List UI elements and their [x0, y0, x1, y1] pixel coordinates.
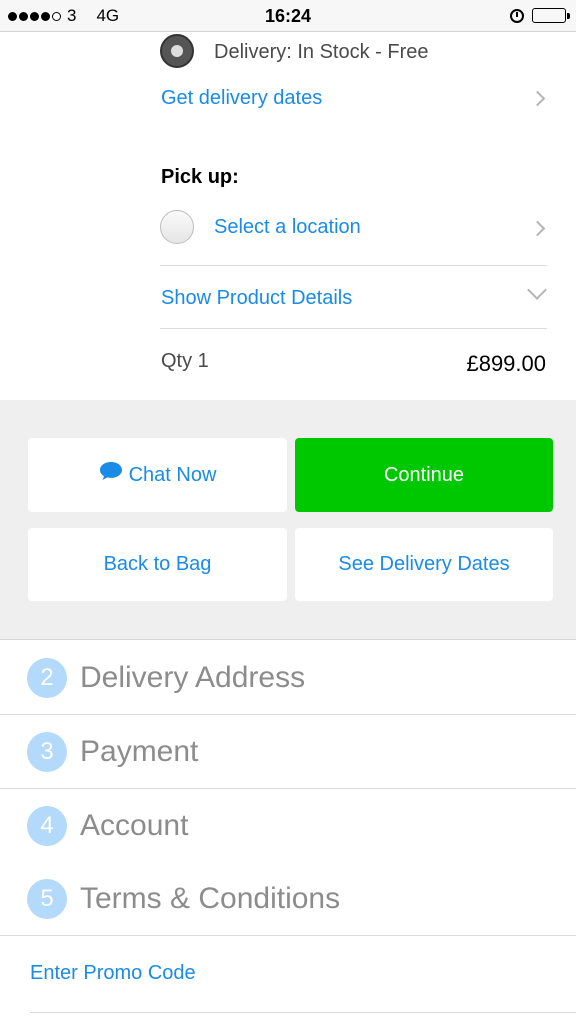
step-delivery-address[interactable]: 2 Delivery Address	[0, 641, 576, 715]
price: £899.00	[466, 351, 546, 376]
see-delivery-dates-button[interactable]: See Delivery Dates	[295, 528, 553, 601]
step-label: Account	[80, 809, 189, 842]
continue-button[interactable]: Continue	[295, 438, 553, 512]
chevron-down-icon[interactable]	[527, 280, 547, 300]
get-delivery-dates-link[interactable]: Get delivery dates	[161, 87, 322, 110]
delivery-radio[interactable]	[160, 34, 194, 68]
status-right	[510, 8, 570, 23]
step-label: Payment	[80, 735, 199, 768]
select-location-link[interactable]: Select a location	[214, 216, 361, 239]
chat-now-label: Chat Now	[128, 463, 217, 486]
step-payment[interactable]: 3 Payment	[0, 715, 576, 789]
show-product-details-link[interactable]: Show Product Details	[161, 287, 352, 310]
delivery-status: Delivery: In Stock - Free	[214, 41, 429, 63]
alarm-icon	[510, 8, 524, 23]
status-bar: 3 4G 16:24	[0, 0, 576, 32]
step-label: Terms & Conditions	[80, 882, 341, 915]
chevron-right-icon[interactable]	[529, 220, 546, 237]
chat-bubble-icon	[99, 462, 122, 480]
step-number-badge: 2	[27, 658, 67, 698]
step-terms-conditions[interactable]: 5 Terms & Conditions	[0, 862, 576, 936]
pickup-radio[interactable]	[160, 210, 194, 244]
qty-label: Qty 1	[161, 350, 209, 372]
back-to-bag-label: Back to Bag	[103, 553, 212, 575]
step-account[interactable]: 4 Account	[0, 789, 576, 863]
step-label: Delivery Address	[80, 661, 306, 694]
step-number-badge: 5	[27, 879, 67, 919]
continue-label: Continue	[383, 463, 465, 486]
see-delivery-dates-label: See Delivery Dates	[338, 553, 510, 575]
product-section: Delivery: In Stock - Free Get delivery d…	[0, 32, 576, 400]
divider	[160, 328, 547, 329]
divider	[30, 1012, 576, 1013]
divider	[160, 265, 547, 266]
chevron-right-icon[interactable]	[529, 90, 546, 107]
chat-now-button[interactable]: Chat Now	[28, 438, 287, 512]
pickup-heading: Pick up:	[161, 166, 239, 188]
action-panel: Chat Now Continue Back to Bag See Delive…	[0, 400, 576, 640]
battery-icon	[532, 8, 570, 23]
back-to-bag-button[interactable]: Back to Bag	[28, 528, 287, 601]
step-number-badge: 3	[27, 732, 67, 772]
status-time: 16:24	[264, 6, 312, 26]
enter-promo-code-link[interactable]: Enter Promo Code	[30, 962, 196, 985]
step-number-badge: 4	[27, 806, 67, 846]
